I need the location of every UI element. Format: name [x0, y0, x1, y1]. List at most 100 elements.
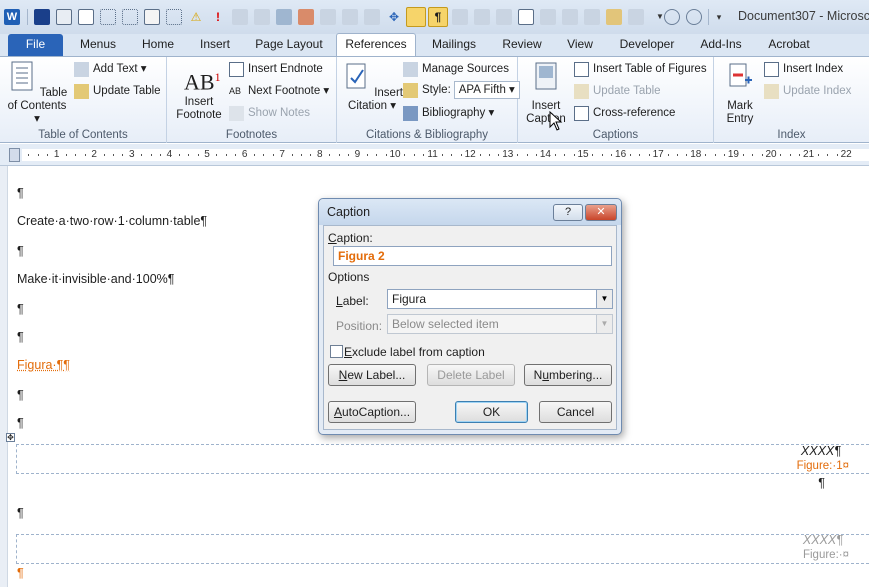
- toolbar-icon-h[interactable]: [540, 9, 556, 25]
- cancel-button[interactable]: Cancel: [539, 401, 612, 423]
- table-of-contents-button[interactable]: Table of Contents ▾: [6, 60, 68, 126]
- warning-icon[interactable]: ⚠: [188, 9, 204, 25]
- toolbar-icon-i[interactable]: [562, 9, 578, 25]
- tab-references[interactable]: References: [336, 33, 416, 57]
- print-preview-icon[interactable]: [56, 9, 72, 25]
- autocaption-button[interactable]: AutoCaption...: [328, 401, 416, 423]
- ruler[interactable]: 1 2 3 4 5 6 7 8 9 10 11 12 13 14 15 16 17 18 19 20 21 22: [0, 144, 869, 166]
- table-2-text[interactable]: XXXX¶: [803, 533, 843, 547]
- frame-icon[interactable]: [166, 9, 182, 25]
- tab-mailings[interactable]: Mailings: [424, 34, 484, 56]
- paragraph[interactable]: ¶: [17, 302, 24, 316]
- clipboard-icon[interactable]: [584, 9, 600, 25]
- delete-label-button[interactable]: Delete Label: [427, 364, 515, 386]
- fill-color-icon[interactable]: [628, 9, 644, 25]
- paragraph[interactable]: ¶: [17, 416, 24, 430]
- pilcrow-icon[interactable]: ¶: [428, 7, 448, 27]
- table-icon[interactable]: [78, 9, 94, 25]
- paragraph[interactable]: Create·a·two·row·1·column·table¶: [17, 214, 207, 228]
- table-move-handle-icon[interactable]: ✥: [6, 433, 15, 442]
- tab-insert[interactable]: Insert: [191, 34, 239, 56]
- tab-file[interactable]: File: [8, 34, 63, 56]
- paragraph[interactable]: ¶: [17, 388, 24, 402]
- chevron-down-icon[interactable]: ▼: [596, 290, 612, 308]
- toolbar-icon-c[interactable]: [320, 9, 336, 25]
- exclamation-icon[interactable]: !: [210, 9, 226, 25]
- style-dropdown[interactable]: APA Fifth ▾: [453, 81, 520, 99]
- exclude-label-checkbox[interactable]: [330, 345, 343, 358]
- mark-entry-button[interactable]: Mark Entry: [718, 60, 762, 126]
- tab-menus[interactable]: Menus: [70, 34, 126, 56]
- customize-qat-icon[interactable]: ▾: [711, 9, 727, 25]
- ruler-tick: [818, 154, 819, 156]
- table-2[interactable]: [16, 534, 869, 564]
- table-2-caption[interactable]: Figure:·¤: [803, 549, 849, 561]
- save-icon[interactable]: [34, 9, 50, 25]
- toolbar-icon-g[interactable]: [496, 9, 512, 25]
- bibliography-button[interactable]: Bibliography ▾: [403, 104, 494, 123]
- caption-input[interactable]: Figura 2: [333, 246, 612, 266]
- edit-icon[interactable]: [474, 9, 490, 25]
- next-footnote-button[interactable]: AB Next Footnote ▾: [229, 82, 329, 101]
- tab-stop-selector-icon[interactable]: [9, 148, 20, 162]
- numbering-button[interactable]: Numbering...: [524, 364, 612, 386]
- borders-icon[interactable]: [122, 9, 138, 25]
- table-grid-icon[interactable]: [406, 7, 426, 27]
- chevron-down-icon[interactable]: ▼: [596, 315, 612, 333]
- update-index-button[interactable]: Update Index: [764, 82, 851, 101]
- insert-table-of-figures-button[interactable]: Insert Table of Figures: [574, 60, 707, 79]
- page-icon[interactable]: [518, 9, 534, 25]
- update-table-figures-button[interactable]: Update Table: [574, 82, 661, 101]
- cross-reference-button[interactable]: Cross-reference: [574, 104, 675, 123]
- toolbar-icon-a[interactable]: [232, 9, 248, 25]
- pointer-icon[interactable]: ✥: [386, 9, 402, 25]
- paragraph[interactable]: ¶: [818, 476, 825, 490]
- toolbar-icon-b[interactable]: [254, 9, 270, 25]
- paragraph[interactable]: ¶: [17, 186, 24, 200]
- toolbar-icon-d[interactable]: [342, 9, 358, 25]
- insert-endnote-button[interactable]: Insert Endnote: [229, 60, 323, 79]
- tab-review[interactable]: Review: [494, 34, 550, 56]
- add-text-button[interactable]: Add Text ▾: [74, 60, 147, 79]
- style-selector[interactable]: Style: APA Fifth ▾: [403, 81, 520, 100]
- label-select[interactable]: Figura ▼: [387, 289, 613, 309]
- circle-icon[interactable]: [664, 9, 680, 25]
- tab-view[interactable]: View: [558, 34, 602, 56]
- close-button[interactable]: ✕: [585, 204, 617, 221]
- toolbar-icon-e[interactable]: [364, 9, 380, 25]
- tab-add-ins[interactable]: Add-Ins: [692, 34, 750, 56]
- paragraph[interactable]: ¶: [17, 566, 24, 580]
- figura-caption-field[interactable]: Figura·¶¶: [17, 358, 70, 372]
- manage-sources-button[interactable]: Manage Sources: [403, 60, 509, 79]
- table-1[interactable]: [16, 444, 869, 474]
- new-label-button[interactable]: New Label...: [328, 364, 416, 386]
- chart-icon[interactable]: [298, 9, 314, 25]
- exclude-label-text[interactable]: Exclude label from caption: [344, 345, 485, 359]
- table-1-caption[interactable]: Figure:·1¤: [797, 460, 849, 472]
- tab-home[interactable]: Home: [134, 34, 182, 56]
- insert-citation-button[interactable]: Insert Citation ▾: [341, 60, 403, 113]
- picture-icon[interactable]: [276, 9, 292, 25]
- show-notes-button[interactable]: Show Notes: [229, 104, 310, 123]
- table-1-text[interactable]: XXXX¶: [801, 444, 841, 458]
- paragraph[interactable]: ¶: [17, 244, 24, 258]
- tab-page-layout[interactable]: Page Layout: [247, 34, 331, 56]
- ok-button[interactable]: OK: [455, 401, 528, 423]
- insert-footnote-button[interactable]: AB1 Insert Footnote: [173, 60, 225, 122]
- toolbar-icon-f[interactable]: [452, 9, 468, 25]
- help-button[interactable]: ?: [553, 204, 583, 221]
- globe-icon[interactable]: [686, 9, 702, 25]
- tab-acrobat[interactable]: Acrobat: [758, 34, 820, 56]
- tab-developer[interactable]: Developer: [610, 34, 684, 56]
- columns-icon[interactable]: [144, 9, 160, 25]
- format-painter-icon[interactable]: [606, 9, 622, 25]
- position-select[interactable]: Below selected item ▼: [387, 314, 613, 334]
- paragraph[interactable]: ¶: [17, 330, 24, 344]
- paragraph[interactable]: ¶: [17, 506, 24, 520]
- update-table-toc-button[interactable]: Update Table: [74, 82, 161, 101]
- word-app-icon[interactable]: W: [4, 9, 20, 25]
- paragraph[interactable]: Make·it·invisible·and·100%¶: [17, 272, 174, 286]
- insert-index-button[interactable]: Insert Index: [764, 60, 843, 79]
- gridlines-icon[interactable]: [100, 9, 116, 25]
- dialog-title-bar[interactable]: Caption ? ✕: [319, 199, 621, 225]
